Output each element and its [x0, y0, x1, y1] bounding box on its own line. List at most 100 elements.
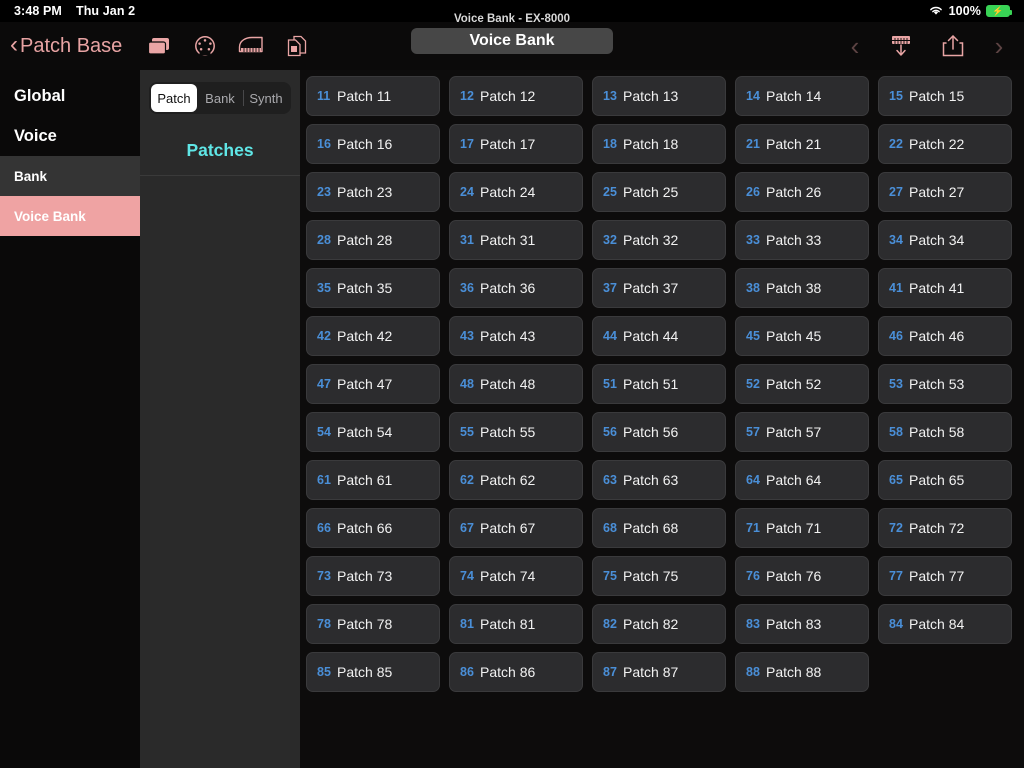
patch-name: Patch 77: [909, 568, 965, 584]
patch-number: 13: [603, 89, 617, 103]
patch-cell[interactable]: 63 Patch 63: [592, 460, 726, 500]
patch-cell[interactable]: 52 Patch 52: [735, 364, 869, 404]
patch-cell[interactable]: 47 Patch 47: [306, 364, 440, 404]
patch-cell[interactable]: 66 Patch 66: [306, 508, 440, 548]
patch-cell[interactable]: 68 Patch 68: [592, 508, 726, 548]
patch-cell[interactable]: 18 Patch 18: [592, 124, 726, 164]
patch-cell[interactable]: 44 Patch 44: [592, 316, 726, 356]
patch-cell[interactable]: 32 Patch 32: [592, 220, 726, 260]
next-button[interactable]: ›: [982, 26, 1016, 66]
patch-cell[interactable]: 58 Patch 58: [878, 412, 1012, 452]
patch-cell[interactable]: 82 Patch 82: [592, 604, 726, 644]
patch-cell[interactable]: 35 Patch 35: [306, 268, 440, 308]
sidebar-item-voice[interactable]: Voice: [0, 116, 140, 156]
patch-cell[interactable]: 81 Patch 81: [449, 604, 583, 644]
tab-synth[interactable]: Synth: [243, 84, 289, 112]
patch-number: 11: [317, 89, 331, 103]
patch-number: 72: [889, 521, 903, 535]
receive-from-synth-icon[interactable]: [878, 26, 924, 66]
prev-button[interactable]: ‹: [838, 26, 872, 66]
patch-cell[interactable]: 73 Patch 73: [306, 556, 440, 596]
sidebar-item-label: Bank: [14, 168, 48, 184]
chevron-left-icon: ‹: [10, 31, 18, 58]
patch-cell[interactable]: 46 Patch 46: [878, 316, 1012, 356]
patch-cell[interactable]: 21 Patch 21: [735, 124, 869, 164]
sidebar-item-voice-bank[interactable]: Voice Bank: [0, 196, 140, 236]
patch-name: Patch 81: [480, 616, 536, 632]
patch-cell[interactable]: 23 Patch 23: [306, 172, 440, 212]
patch-cell[interactable]: 45 Patch 45: [735, 316, 869, 356]
patch-cell[interactable]: 51 Patch 51: [592, 364, 726, 404]
patch-cell[interactable]: 55 Patch 55: [449, 412, 583, 452]
patch-cell[interactable]: 87 Patch 87: [592, 652, 726, 692]
patch-cell[interactable]: 15 Patch 15: [878, 76, 1012, 116]
patch-cell[interactable]: 78 Patch 78: [306, 604, 440, 644]
patch-cell[interactable]: 28 Patch 28: [306, 220, 440, 260]
patch-cell[interactable]: 74 Patch 74: [449, 556, 583, 596]
bank-cards-icon[interactable]: [136, 26, 182, 66]
patch-cell[interactable]: 36 Patch 36: [449, 268, 583, 308]
patch-cell[interactable]: 24 Patch 24: [449, 172, 583, 212]
patch-cell[interactable]: 76 Patch 76: [735, 556, 869, 596]
patch-cell[interactable]: 17 Patch 17: [449, 124, 583, 164]
patch-name: Patch 65: [909, 472, 965, 488]
back-button[interactable]: ‹ Patch Base: [10, 31, 122, 58]
patch-cell[interactable]: 43 Patch 43: [449, 316, 583, 356]
patch-number: 33: [746, 233, 760, 247]
patch-cell[interactable]: 67 Patch 67: [449, 508, 583, 548]
patch-cell[interactable]: 42 Patch 42: [306, 316, 440, 356]
patch-name: Patch 87: [623, 664, 679, 680]
patch-cell[interactable]: 38 Patch 38: [735, 268, 869, 308]
piano-icon[interactable]: [228, 26, 274, 66]
patch-cell[interactable]: 11 Patch 11: [306, 76, 440, 116]
bank-name-field[interactable]: Voice Bank: [411, 28, 613, 54]
patch-cell[interactable]: 72 Patch 72: [878, 508, 1012, 548]
sidebar-item-bank[interactable]: Bank: [0, 156, 140, 196]
patch-cell[interactable]: 34 Patch 34: [878, 220, 1012, 260]
patch-cell[interactable]: 53 Patch 53: [878, 364, 1012, 404]
scope-segmented-control[interactable]: Patch Bank Synth: [149, 82, 291, 114]
patch-cell[interactable]: 65 Patch 65: [878, 460, 1012, 500]
patch-cell[interactable]: 25 Patch 25: [592, 172, 726, 212]
patch-cell[interactable]: 48 Patch 48: [449, 364, 583, 404]
patch-cell[interactable]: 22 Patch 22: [878, 124, 1012, 164]
patch-name: Patch 54: [337, 424, 393, 440]
toolbar-left-group: ‹ Patch Base: [0, 26, 320, 66]
documents-icon[interactable]: [274, 26, 320, 66]
patch-name: Patch 71: [766, 520, 822, 536]
patch-cell[interactable]: 54 Patch 54: [306, 412, 440, 452]
patch-cell[interactable]: 83 Patch 83: [735, 604, 869, 644]
patch-cell[interactable]: 26 Patch 26: [735, 172, 869, 212]
tab-patch[interactable]: Patch: [151, 84, 197, 112]
patch-cell[interactable]: 88 Patch 88: [735, 652, 869, 692]
patch-cell[interactable]: 57 Patch 57: [735, 412, 869, 452]
patch-cell[interactable]: 14 Patch 14: [735, 76, 869, 116]
patch-cell[interactable]: 71 Patch 71: [735, 508, 869, 548]
patch-cell[interactable]: 84 Patch 84: [878, 604, 1012, 644]
patch-cell[interactable]: 33 Patch 33: [735, 220, 869, 260]
patch-cell[interactable]: 85 Patch 85: [306, 652, 440, 692]
patch-cell[interactable]: 41 Patch 41: [878, 268, 1012, 308]
patch-cell[interactable]: 31 Patch 31: [449, 220, 583, 260]
toolbar: ‹ Patch Base Voice Bank - EX-8000 Voice …: [0, 13, 1024, 70]
share-export-icon[interactable]: [930, 26, 976, 66]
patch-cell[interactable]: 62 Patch 62: [449, 460, 583, 500]
patch-cell[interactable]: 64 Patch 64: [735, 460, 869, 500]
patch-cell[interactable]: 86 Patch 86: [449, 652, 583, 692]
patch-cell[interactable]: 27 Patch 27: [878, 172, 1012, 212]
midi-din-icon[interactable]: [182, 26, 228, 66]
wifi-icon: [928, 4, 944, 19]
patch-cell[interactable]: 61 Patch 61: [306, 460, 440, 500]
tab-bank[interactable]: Bank: [197, 84, 243, 112]
patch-cell[interactable]: 16 Patch 16: [306, 124, 440, 164]
patch-number: 41: [889, 281, 903, 295]
patch-cell[interactable]: 56 Patch 56: [592, 412, 726, 452]
patch-cell[interactable]: 12 Patch 12: [449, 76, 583, 116]
patch-cell[interactable]: 13 Patch 13: [592, 76, 726, 116]
sidebar-item-global[interactable]: Global: [0, 76, 140, 116]
patch-cell[interactable]: 75 Patch 75: [592, 556, 726, 596]
patch-cell[interactable]: 37 Patch 37: [592, 268, 726, 308]
patch-name: Patch 85: [337, 664, 393, 680]
patch-cell[interactable]: 77 Patch 77: [878, 556, 1012, 596]
patch-name: Patch 44: [623, 328, 679, 344]
